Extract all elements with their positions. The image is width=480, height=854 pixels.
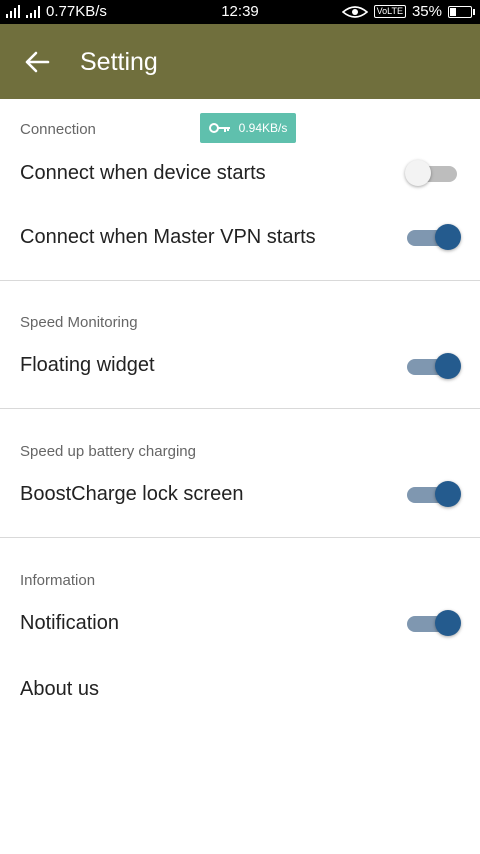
- section-header-battery-charging: Speed up battery charging: [20, 443, 196, 460]
- section-header-speed-monitoring: Speed Monitoring: [20, 314, 138, 331]
- back-button[interactable]: [22, 48, 52, 76]
- speed-badge-value: 0.94KB/s: [238, 121, 288, 135]
- status-bar: 0.77KB/s 12:39 VoLTE 35%: [0, 0, 480, 24]
- row-label-about-us: About us: [20, 678, 99, 700]
- toggle-boostcharge[interactable]: [405, 479, 461, 509]
- toggle-connect-device-start[interactable]: [405, 158, 461, 188]
- row-label-connect-vpn-start: Connect when Master VPN starts: [20, 226, 316, 248]
- page-title: Setting: [80, 48, 158, 76]
- key-icon: [208, 123, 230, 133]
- row-label-notification: Notification: [20, 612, 119, 634]
- speed-badge: 0.94KB/s: [200, 113, 296, 143]
- toggle-connect-vpn-start[interactable]: [405, 222, 461, 252]
- battery-icon: [448, 5, 475, 18]
- battery-percent: 35%: [411, 3, 442, 20]
- divider: [0, 408, 480, 409]
- row-label-boostcharge: BoostCharge lock screen: [20, 483, 244, 505]
- volte-badge: VoLTE: [373, 5, 406, 18]
- divider: [0, 537, 480, 538]
- eye-icon: [341, 5, 368, 18]
- divider: [0, 280, 480, 281]
- status-right: VoLTE 35%: [341, 3, 475, 20]
- section-header-connection: Connection: [20, 121, 96, 138]
- toggle-notification[interactable]: [405, 608, 461, 638]
- section-header-information: Information: [20, 572, 96, 589]
- arrow-left-icon: [25, 51, 50, 73]
- row-label-floating-widget: Floating widget: [20, 354, 155, 376]
- toggle-floating-widget[interactable]: [405, 351, 461, 381]
- app-bar: Setting: [0, 24, 480, 99]
- row-label-connect-device-start: Connect when device starts: [20, 162, 266, 184]
